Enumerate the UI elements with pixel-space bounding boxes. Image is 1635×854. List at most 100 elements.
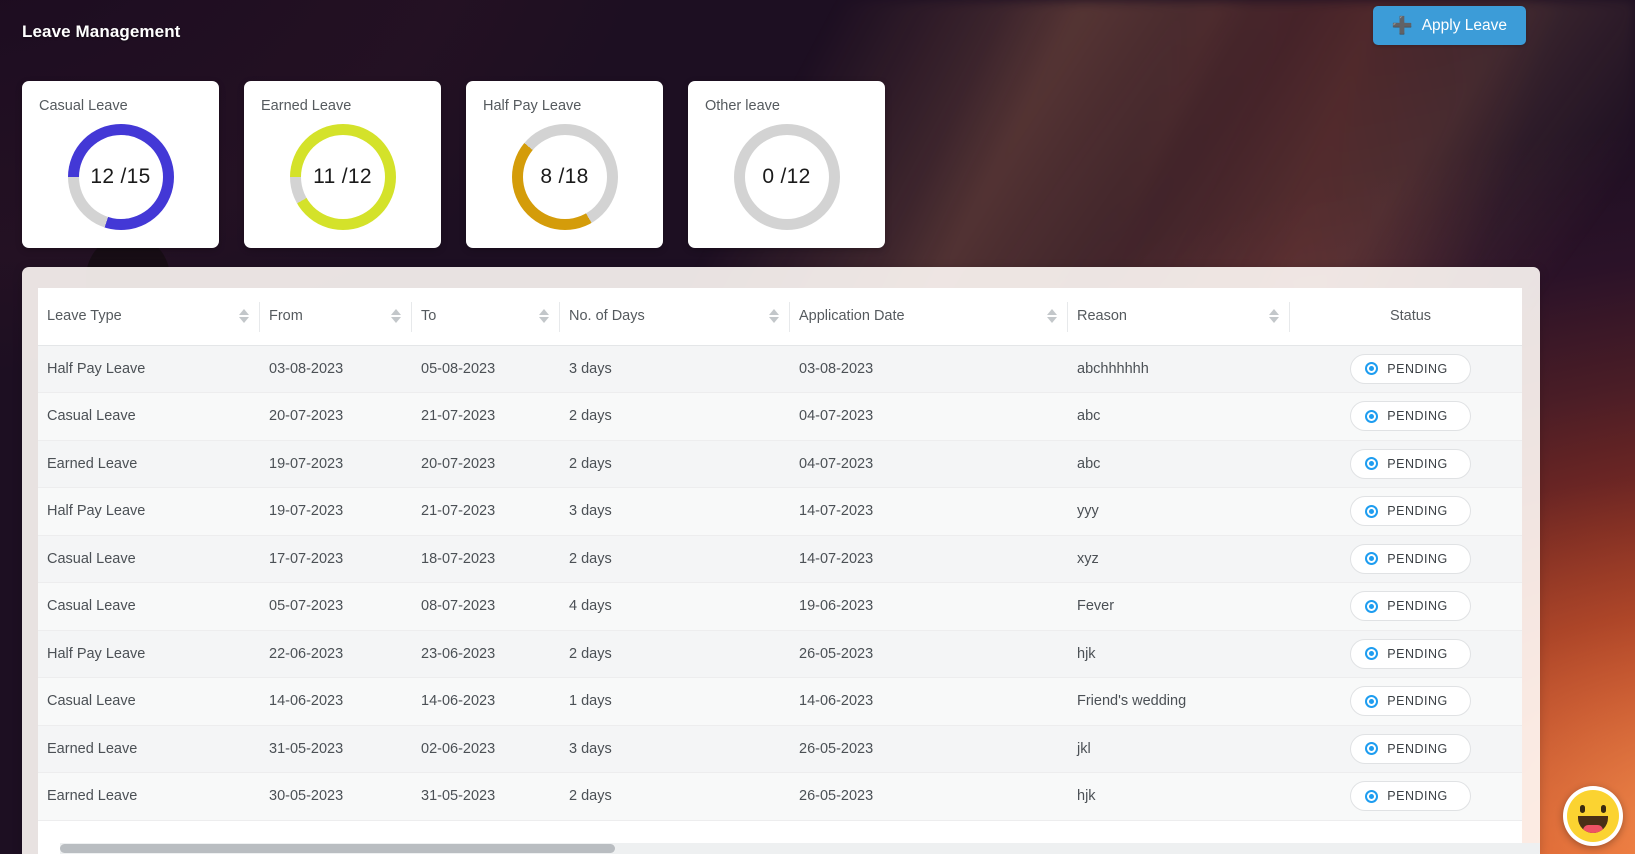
table-cell-leave-type: Casual Leave bbox=[38, 535, 260, 583]
donut-value-label: 8 /18 bbox=[540, 165, 588, 189]
status-label: PENDING bbox=[1387, 789, 1447, 803]
sort-icon[interactable] bbox=[239, 309, 249, 323]
table-cell-days: 2 days bbox=[560, 535, 790, 583]
table-cell-days: 2 days bbox=[560, 440, 790, 488]
sort-icon[interactable] bbox=[1269, 309, 1279, 323]
table-cell-reason: Fever bbox=[1068, 583, 1290, 631]
table-cell-days: 3 days bbox=[560, 488, 790, 536]
status-indicator-icon bbox=[1365, 600, 1378, 613]
table-cell-from: 22-06-2023 bbox=[260, 630, 412, 678]
table-cell-to: 05-08-2023 bbox=[412, 345, 560, 393]
table-cell-status: PENDING bbox=[1290, 345, 1522, 393]
table-cell-application-date: 14-07-2023 bbox=[790, 535, 1068, 583]
column-header-label: Reason bbox=[1077, 308, 1127, 324]
status-badge[interactable]: PENDING bbox=[1350, 591, 1470, 621]
leave-balance-cards: Casual Leave12 /15Earned Leave11 /12Half… bbox=[22, 81, 885, 248]
table-row: Earned Leave19-07-202320-07-20232 days04… bbox=[38, 440, 1522, 488]
table-header-row: Leave Type FromToNo. of DaysApplication D… bbox=[38, 288, 1522, 345]
status-indicator-icon bbox=[1365, 552, 1378, 565]
table-header-cell[interactable]: Leave Type bbox=[38, 288, 260, 345]
leave-balance-card-title: Half Pay Leave bbox=[483, 98, 663, 114]
donut-chart: 11 /12 bbox=[290, 124, 396, 230]
table-cell-status: PENDING bbox=[1290, 393, 1522, 441]
status-indicator-icon bbox=[1365, 505, 1378, 518]
table-cell-leave-type: Casual Leave bbox=[38, 393, 260, 441]
status-indicator-icon bbox=[1365, 362, 1378, 375]
table-head: Leave Type FromToNo. of DaysApplication D… bbox=[38, 288, 1522, 345]
column-header-label: Leave Type bbox=[47, 308, 122, 324]
leave-history-panel: Leave Type FromToNo. of DaysApplication D… bbox=[22, 267, 1540, 854]
table-body: Half Pay Leave03-08-202305-08-20233 days… bbox=[38, 345, 1522, 820]
table-cell-application-date: 04-07-2023 bbox=[790, 393, 1068, 441]
table-cell-reason: yyy bbox=[1068, 488, 1290, 536]
table-header-cell[interactable]: From bbox=[260, 288, 412, 345]
apply-leave-button[interactable]: ➕ Apply Leave bbox=[1373, 6, 1526, 45]
table-row: Half Pay Leave19-07-202321-07-20233 days… bbox=[38, 488, 1522, 536]
table-cell-application-date: 26-05-2023 bbox=[790, 630, 1068, 678]
status-label: PENDING bbox=[1387, 647, 1447, 661]
donut-value-label: 12 /15 bbox=[90, 165, 150, 189]
table-cell-status: PENDING bbox=[1290, 678, 1522, 726]
status-badge[interactable]: PENDING bbox=[1350, 449, 1470, 479]
table-cell-leave-type: Casual Leave bbox=[38, 583, 260, 631]
table-cell-leave-type: Half Pay Leave bbox=[38, 488, 260, 536]
donut-chart-wrapper: 11 /12 bbox=[244, 124, 441, 230]
table-cell-to: 31-05-2023 bbox=[412, 773, 560, 821]
table-cell-to: 08-07-2023 bbox=[412, 583, 560, 631]
donut-chart-wrapper: 8 /18 bbox=[466, 124, 663, 230]
sort-descending-icon bbox=[239, 317, 249, 323]
table-cell-application-date: 19-06-2023 bbox=[790, 583, 1068, 631]
table-cell-status: PENDING bbox=[1290, 440, 1522, 488]
status-indicator-icon bbox=[1365, 647, 1378, 660]
status-badge[interactable]: PENDING bbox=[1350, 496, 1470, 526]
leave-balance-card: Half Pay Leave 8 /18 bbox=[466, 81, 663, 248]
sort-icon[interactable] bbox=[539, 309, 549, 323]
donut-value-label: 11 /12 bbox=[313, 165, 372, 189]
table-cell-application-date: 14-07-2023 bbox=[790, 488, 1068, 536]
table-cell-application-date: 04-07-2023 bbox=[790, 440, 1068, 488]
sort-icon[interactable] bbox=[769, 309, 779, 323]
scrollbar-thumb[interactable] bbox=[60, 844, 615, 853]
table-row: Casual Leave05-07-202308-07-20234 days19… bbox=[38, 583, 1522, 631]
status-badge[interactable]: PENDING bbox=[1350, 401, 1470, 431]
table-row: Casual Leave14-06-202314-06-20231 days14… bbox=[38, 678, 1522, 726]
status-label: PENDING bbox=[1387, 694, 1447, 708]
sort-ascending-icon bbox=[1269, 309, 1279, 315]
status-label: PENDING bbox=[1387, 457, 1447, 471]
leave-table-container: Leave Type FromToNo. of DaysApplication D… bbox=[38, 288, 1522, 854]
leave-balance-card: Other leave0 /12 bbox=[688, 81, 885, 248]
status-badge[interactable]: PENDING bbox=[1350, 544, 1470, 574]
horizontal-scrollbar[interactable] bbox=[60, 843, 1540, 854]
table-header-cell[interactable]: To bbox=[412, 288, 560, 345]
table-cell-reason: abchhhhhh bbox=[1068, 345, 1290, 393]
status-badge[interactable]: PENDING bbox=[1350, 734, 1470, 764]
table-row: Earned Leave31-05-202302-06-20233 days26… bbox=[38, 725, 1522, 773]
table-cell-from: 19-07-2023 bbox=[260, 488, 412, 536]
table-cell-reason: hjk bbox=[1068, 630, 1290, 678]
plus-icon: ➕ bbox=[1392, 17, 1413, 34]
sort-icon[interactable] bbox=[1047, 309, 1057, 323]
status-badge[interactable]: PENDING bbox=[1350, 639, 1470, 669]
status-badge[interactable]: PENDING bbox=[1350, 781, 1470, 811]
status-indicator-icon bbox=[1365, 695, 1378, 708]
status-indicator-icon bbox=[1365, 410, 1378, 423]
table-header-cell: Status bbox=[1290, 288, 1522, 345]
table-cell-status: PENDING bbox=[1290, 583, 1522, 631]
sort-descending-icon bbox=[391, 317, 401, 323]
table-header-cell[interactable]: Application Date bbox=[790, 288, 1068, 345]
table-cell-leave-type: Casual Leave bbox=[38, 678, 260, 726]
app-root: Leave Management ➕ Apply Leave Casual Le… bbox=[0, 0, 1635, 854]
table-cell-reason: jkl bbox=[1068, 725, 1290, 773]
feedback-widget-button[interactable] bbox=[1563, 786, 1623, 846]
table-cell-leave-type: Earned Leave bbox=[38, 773, 260, 821]
table-cell-from: 14-06-2023 bbox=[260, 678, 412, 726]
status-badge[interactable]: PENDING bbox=[1350, 354, 1470, 384]
table-cell-days: 2 days bbox=[560, 393, 790, 441]
status-badge[interactable]: PENDING bbox=[1350, 686, 1470, 716]
table-cell-reason: abc bbox=[1068, 440, 1290, 488]
table-cell-from: 19-07-2023 bbox=[260, 440, 412, 488]
sort-icon[interactable] bbox=[391, 309, 401, 323]
donut-chart-wrapper: 0 /12 bbox=[688, 124, 885, 230]
table-header-cell[interactable]: Reason bbox=[1068, 288, 1290, 345]
table-header-cell[interactable]: No. of Days bbox=[560, 288, 790, 345]
